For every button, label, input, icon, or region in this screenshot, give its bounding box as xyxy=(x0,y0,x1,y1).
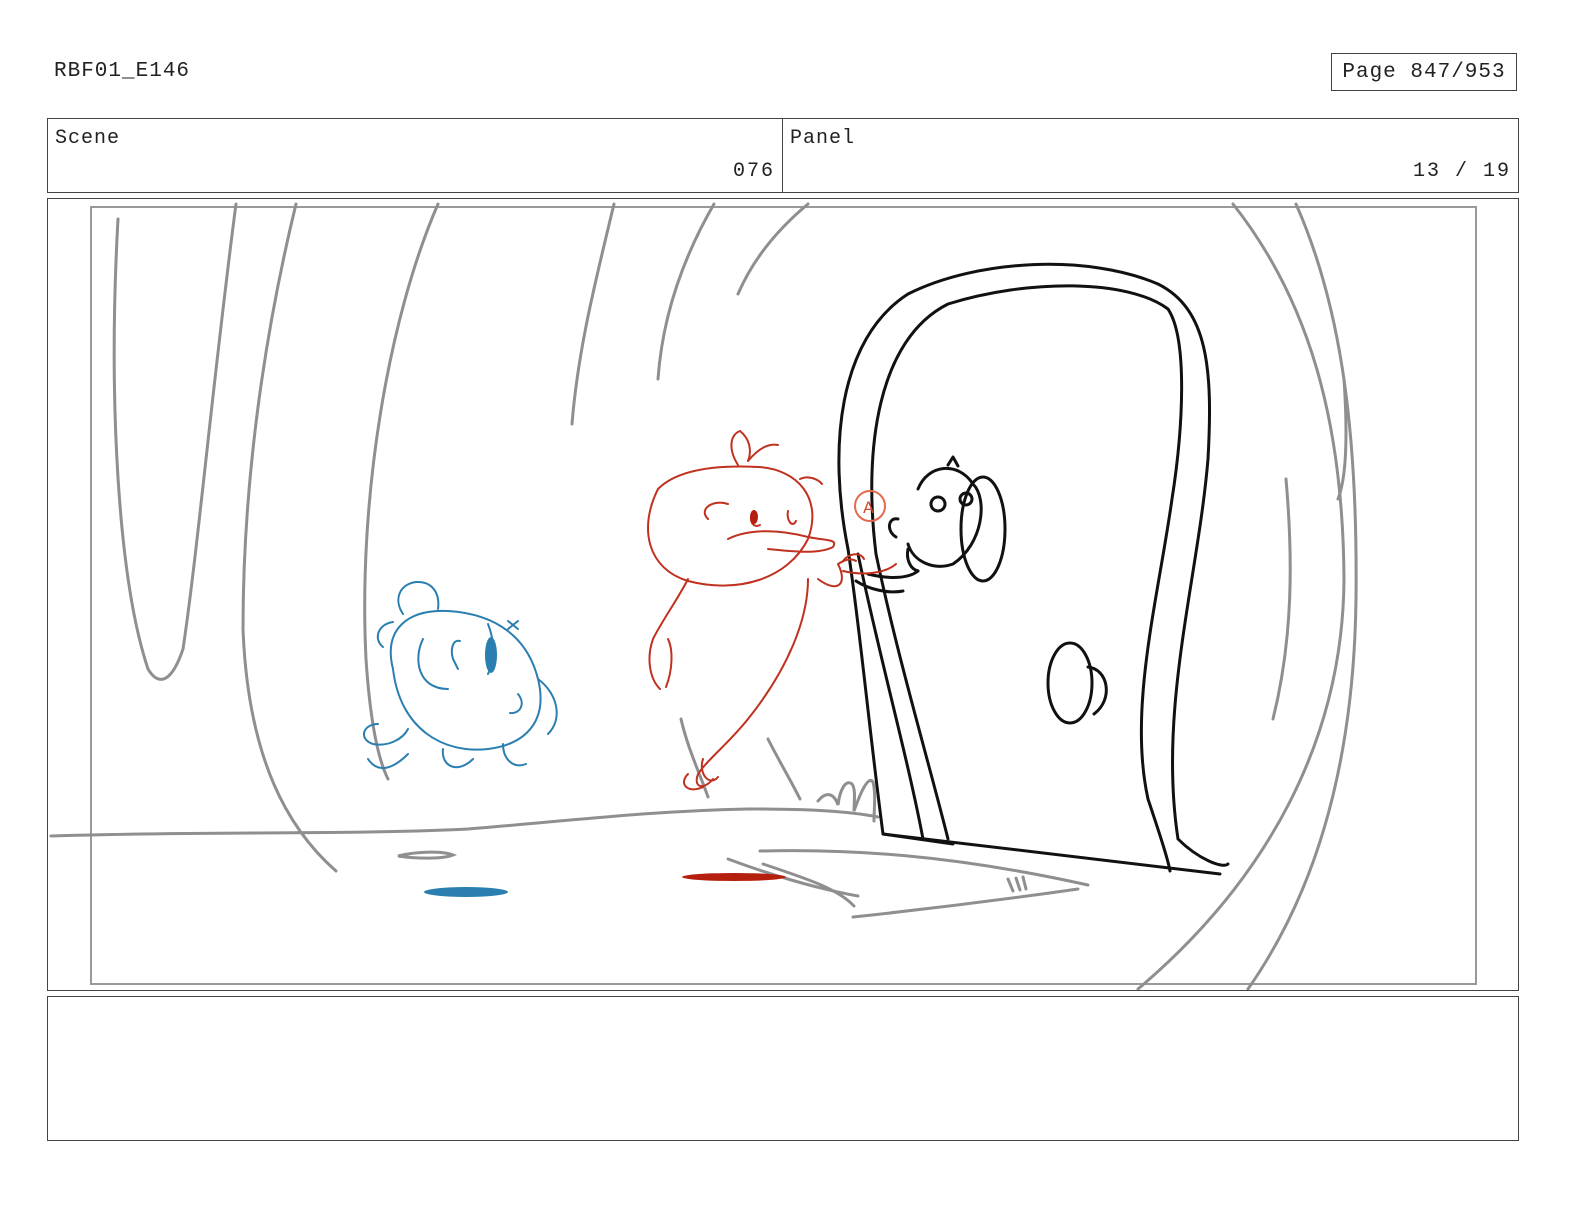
annotation-marker: A xyxy=(854,490,886,522)
red-character-eye xyxy=(750,510,758,524)
storyboard-page: RBF01_E146 Page 847/953 Scene 076 Panel … xyxy=(0,0,1584,1224)
sketch-svg: A xyxy=(49,202,1477,990)
panel-notes-box[interactable] xyxy=(47,996,1519,1141)
scene-panel-header: Scene 076 Panel 13 / 19 xyxy=(47,118,1519,193)
safe-area-frame xyxy=(90,206,1477,985)
panel-cell: Panel 13 / 19 xyxy=(783,119,1518,192)
page-indicator: Page 847/953 xyxy=(1331,53,1517,91)
scene-label: Scene xyxy=(55,127,121,150)
storyboard-drawing: A xyxy=(47,198,1519,991)
red-character-shadow xyxy=(682,873,786,881)
door-sketch xyxy=(837,262,1230,876)
production-code: RBF01_E146 xyxy=(54,60,191,83)
blue-character-eye xyxy=(485,637,497,673)
scene-number: 076 xyxy=(732,160,775,183)
annotation-letter: A xyxy=(863,498,874,517)
blue-character-sketch xyxy=(363,580,558,769)
panel-label: Panel xyxy=(790,127,856,150)
blue-character-shadow xyxy=(424,887,508,897)
panel-number: 13 / 19 xyxy=(1412,160,1511,183)
scene-cell: Scene 076 xyxy=(48,119,783,192)
background-sketch xyxy=(49,202,1358,990)
